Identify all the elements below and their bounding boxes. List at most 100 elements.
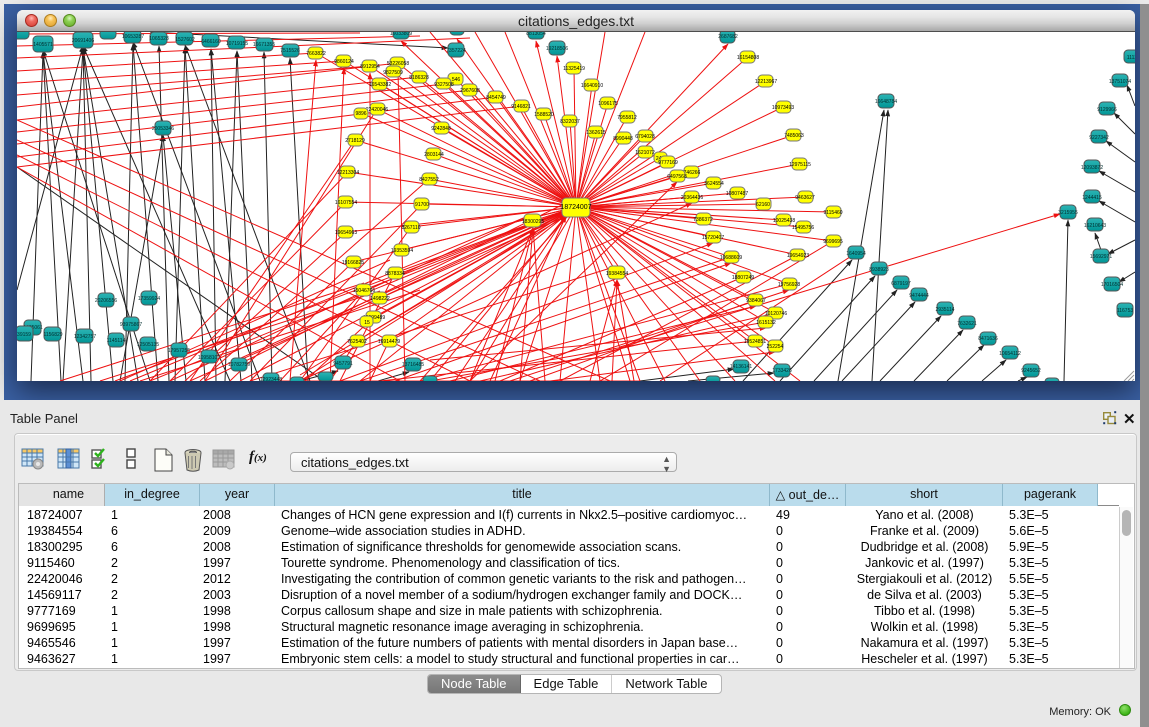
svg-text:16033809: 16033809 xyxy=(390,32,412,37)
svg-text:2935114: 2935114 xyxy=(935,307,954,313)
svg-text:9384067: 9384067 xyxy=(746,298,766,304)
svg-text:9896: 9896 xyxy=(355,111,366,117)
svg-text:12975115: 12975115 xyxy=(789,162,811,168)
svg-text:19756928: 19756928 xyxy=(778,282,800,288)
svg-text:1244415: 1244415 xyxy=(1082,195,1102,201)
svg-text:7632621: 7632621 xyxy=(957,321,977,327)
svg-text:16914479: 16914479 xyxy=(378,339,400,345)
svg-text:16648784: 16648784 xyxy=(875,99,897,105)
svg-text:7485063: 7485063 xyxy=(784,133,804,139)
svg-text:8471636: 8471636 xyxy=(978,336,998,342)
svg-text:9457791: 9457791 xyxy=(333,361,353,367)
svg-text:15495756: 15495756 xyxy=(792,225,814,231)
svg-text:16210643: 16210643 xyxy=(1084,223,1106,229)
svg-text:10025438: 10025438 xyxy=(773,218,795,224)
svg-text:20364436: 20364436 xyxy=(681,195,703,201)
svg-text:10807487: 10807487 xyxy=(726,191,748,197)
svg-text:93975867: 93975867 xyxy=(120,322,142,328)
svg-text:2718129: 2718129 xyxy=(345,138,365,144)
svg-text:16107554: 16107554 xyxy=(335,200,357,206)
svg-text:12213967: 12213967 xyxy=(755,79,777,85)
svg-text:7663822: 7663822 xyxy=(306,51,326,57)
svg-text:6466160: 6466160 xyxy=(201,39,221,45)
svg-text:8878334: 8878334 xyxy=(385,271,405,277)
svg-text:2803144: 2803144 xyxy=(424,152,444,158)
svg-text:11325419: 11325419 xyxy=(563,66,585,72)
svg-text:12093872: 12093872 xyxy=(1081,165,1103,171)
svg-text:1588520: 1588520 xyxy=(534,112,554,118)
svg-text:1156829: 1156829 xyxy=(43,332,62,338)
svg-text:6497568: 6497568 xyxy=(667,174,687,180)
svg-text:1615132: 1615132 xyxy=(756,320,776,326)
svg-text:3624554: 3624554 xyxy=(704,181,724,187)
svg-text:19654923: 19654923 xyxy=(787,253,809,259)
svg-text:14136141: 14136141 xyxy=(730,364,752,370)
svg-text:8454749: 8454749 xyxy=(486,95,506,101)
svg-text:10719155: 10719155 xyxy=(226,41,248,47)
svg-text:12505135: 12505135 xyxy=(137,342,159,348)
svg-text:12923448: 12923448 xyxy=(260,377,282,381)
svg-text:20053346: 20053346 xyxy=(152,126,174,132)
svg-text:1065328: 1065328 xyxy=(149,36,169,42)
svg-text:9860124: 9860124 xyxy=(334,59,354,65)
svg-text:8267110: 8267110 xyxy=(401,225,420,231)
svg-text:252254: 252254 xyxy=(767,344,784,350)
svg-text:8990448: 8990448 xyxy=(613,136,633,142)
svg-text:17016504: 17016504 xyxy=(1101,282,1123,288)
svg-text:19524851: 19524851 xyxy=(744,339,766,345)
svg-text:16154808: 16154808 xyxy=(737,55,759,61)
svg-text:1527602: 1527602 xyxy=(175,37,195,43)
svg-text:1640954: 1640954 xyxy=(846,251,866,257)
svg-text:19353594: 19353594 xyxy=(391,248,413,254)
svg-text:8912954: 8912954 xyxy=(360,64,380,70)
svg-text:10688609: 10688609 xyxy=(720,255,742,261)
svg-text:1096175: 1096175 xyxy=(598,101,618,107)
svg-text:18724007: 18724007 xyxy=(560,204,591,211)
svg-text:22420046: 22420046 xyxy=(366,107,388,113)
svg-text:1112: 1112 xyxy=(1127,55,1135,61)
svg-text:8813054: 8813054 xyxy=(526,32,546,37)
svg-text:3215955: 3215955 xyxy=(1058,210,1078,216)
svg-text:7515526: 7515526 xyxy=(280,48,300,54)
svg-text:15046766: 15046766 xyxy=(353,288,375,294)
svg-text:91700: 91700 xyxy=(415,202,429,208)
svg-text:6794028: 6794028 xyxy=(635,134,655,140)
svg-text:10653287: 10653287 xyxy=(122,34,144,40)
svg-text:9227342: 9227342 xyxy=(1089,135,1109,141)
svg-text:12342757: 12342757 xyxy=(74,334,96,340)
svg-text:19166825: 19166825 xyxy=(342,260,364,266)
svg-text:12213304: 12213304 xyxy=(337,170,359,176)
svg-text:116753: 116753 xyxy=(1117,308,1134,314)
svg-text:7357224: 7357224 xyxy=(446,48,466,54)
svg-text:9827509: 9827509 xyxy=(383,70,403,76)
svg-text:16640910: 16640910 xyxy=(581,83,603,89)
svg-text:10958107: 10958107 xyxy=(198,355,220,361)
svg-text:20691406: 20691406 xyxy=(72,38,94,44)
svg-text:9146821: 9146821 xyxy=(511,104,531,110)
svg-text:7386372: 7386372 xyxy=(693,217,713,223)
svg-text:62160: 62160 xyxy=(756,202,770,208)
svg-text:15720407: 15720407 xyxy=(702,235,724,241)
svg-text:2967608: 2967608 xyxy=(460,88,480,94)
svg-text:9474444: 9474444 xyxy=(909,293,929,299)
svg-text:19218506: 19218506 xyxy=(546,46,568,52)
svg-text:39159: 39159 xyxy=(17,332,31,338)
svg-text:7625402: 7625402 xyxy=(347,339,367,345)
svg-text:1362615: 1362615 xyxy=(586,130,606,136)
svg-text:20206556: 20206556 xyxy=(95,298,117,304)
svg-text:9242848: 9242848 xyxy=(431,126,451,132)
svg-text:10654112: 10654112 xyxy=(999,351,1021,357)
svg-text:1498222: 1498222 xyxy=(370,296,390,302)
svg-text:9777169: 9777169 xyxy=(658,160,678,166)
svg-text:16671355: 16671355 xyxy=(253,42,275,48)
svg-text:1145114: 1145114 xyxy=(107,338,126,344)
svg-text:6879197: 6879197 xyxy=(891,281,911,287)
svg-text:13716485: 13716485 xyxy=(402,362,424,368)
svg-text:9699695: 9699695 xyxy=(823,239,843,245)
svg-text:17359924: 17359924 xyxy=(138,296,160,302)
svg-text:1621072: 1621072 xyxy=(635,150,655,156)
svg-text:7955812: 7955812 xyxy=(617,115,637,121)
svg-text:16543382: 16543382 xyxy=(369,82,391,88)
svg-text:10782759: 10782759 xyxy=(228,362,250,368)
svg-text:1405571: 1405571 xyxy=(33,42,53,48)
